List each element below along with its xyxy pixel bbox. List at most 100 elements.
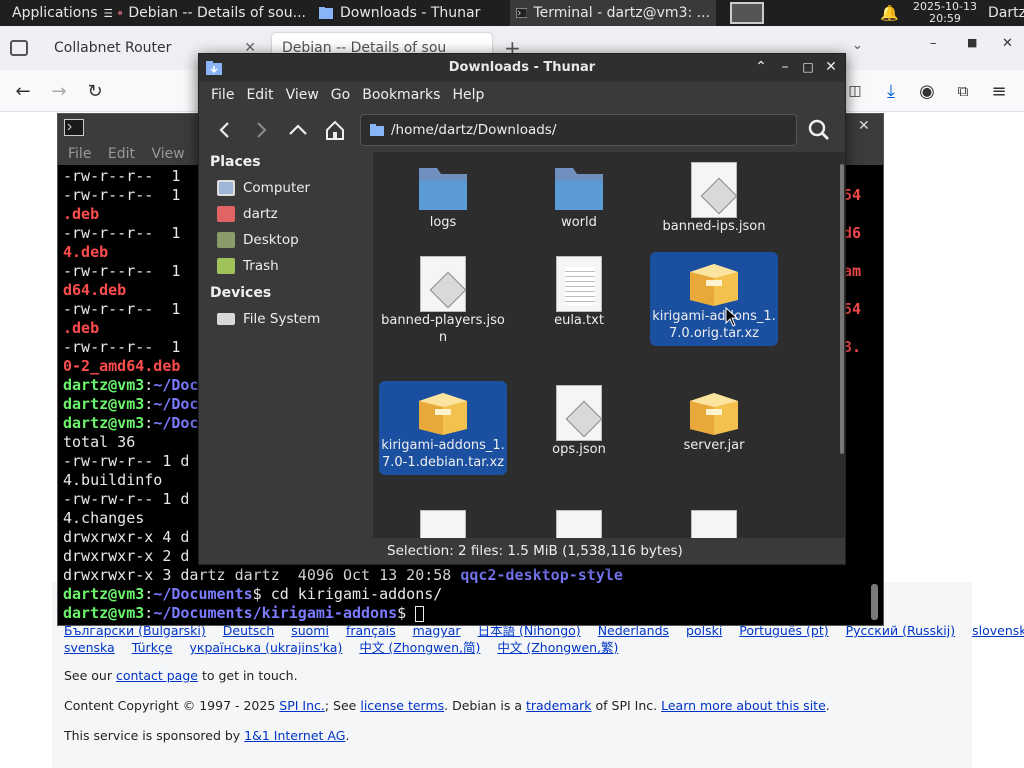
list-all-tabs-icon[interactable]: ⌄ (852, 38, 863, 53)
file-view-scrollbar[interactable] (840, 164, 844, 454)
taskbar-item-firefox[interactable]: Debian -- Details of sou... (112, 0, 312, 26)
language-link[interactable]: svenska (64, 640, 115, 655)
sidebar-item-label: dartz (243, 206, 278, 222)
sidebar-item-label: Desktop (243, 232, 299, 248)
minimize-icon[interactable]: – (930, 36, 937, 51)
file-item-partial[interactable] (691, 510, 737, 538)
sponsor-link[interactable]: 1&1 Internet AG (244, 728, 345, 743)
terminal-menu-view[interactable]: View (145, 141, 190, 167)
home-icon (217, 206, 235, 222)
folder-icon (319, 7, 333, 19)
terminal-menu-file[interactable]: File (58, 141, 97, 167)
taskbar-item-thunar[interactable]: Downloads - Thunar (312, 0, 510, 26)
app-menu-icon[interactable]: ≡ (986, 78, 1012, 104)
spi-link[interactable]: SPI Inc. (279, 698, 325, 713)
file-item[interactable]: eula.txt (515, 252, 643, 333)
file-item[interactable]: logs (379, 158, 507, 235)
user-menu[interactable]: Dartz (988, 5, 1024, 21)
file-item-partial[interactable] (556, 510, 602, 538)
menu-go[interactable]: Go (325, 82, 356, 108)
contact-page-link[interactable]: contact page (116, 668, 198, 683)
file-item[interactable]: banned-players.json (379, 252, 507, 350)
file-item[interactable]: banned-ips.json (650, 158, 778, 239)
location-bar[interactable]: /home/dartz/Downloads/ (360, 114, 797, 146)
menu-edit[interactable]: Edit (240, 82, 279, 108)
terminal-text: -rw-r--r-- 1 (63, 338, 181, 356)
sidebar-item-dartz[interactable]: dartz (217, 206, 278, 222)
file-item-partial[interactable] (420, 510, 466, 538)
terminal-text: 0-2_amd64.deb (63, 357, 181, 375)
forward-icon[interactable] (251, 120, 271, 140)
language-link[interactable]: 中文 (Zhongwen,繁) (497, 640, 618, 655)
terminal-text: : (144, 414, 154, 432)
close-icon[interactable]: ✕ (858, 118, 870, 134)
chevron-up-icon[interactable]: ⌃ (752, 58, 770, 76)
menu-file[interactable]: File (205, 82, 240, 108)
sidebar-item-computer[interactable]: Computer (217, 180, 310, 196)
file-item[interactable]: kirigami-addons_1.7.0-1.debian.tar.xz (379, 381, 507, 475)
archive-icon (419, 393, 467, 435)
terminal-text: : (144, 604, 154, 622)
file-name: banned-players.json (381, 313, 505, 345)
back-icon[interactable]: ← (10, 78, 36, 104)
trademark-link[interactable]: trademark (526, 698, 592, 713)
language-link[interactable]: Türkçe (132, 640, 173, 655)
thunar-file-view[interactable]: logs world banned-ips.json banned-players.j… (373, 152, 845, 538)
terminal-text: -rw-rw-r-- 1 d (63, 452, 190, 470)
terminal-text: ~/Documents (153, 585, 253, 603)
maximize-icon[interactable]: □ (799, 58, 817, 76)
terminal-text: 4.deb (63, 243, 109, 261)
terminal-line: drwxrwxr-x 3 dartz dartz 4096 Oct 13 20:… (63, 566, 873, 585)
parent-folder-icon[interactable] (287, 120, 309, 140)
applications-menu-button[interactable]: Applications ☰ (0, 0, 112, 26)
back-icon[interactable] (215, 120, 235, 140)
menu-help[interactable]: Help (446, 82, 490, 108)
archive-icon (690, 264, 738, 306)
forward-icon[interactable]: → (46, 78, 72, 104)
tab-overview-icon[interactable] (10, 40, 28, 56)
maximize-icon[interactable]: ■ (967, 36, 977, 49)
language-link[interactable]: 中文 (Zhongwen,简) (359, 640, 480, 655)
menu-view[interactable]: View (280, 82, 325, 108)
applications-label: Applications (12, 5, 98, 21)
file-name: world (561, 215, 597, 230)
language-link[interactable]: українська (ukrajins'ka) (190, 640, 343, 655)
close-window-icon[interactable]: ✕ (1002, 36, 1013, 51)
thunar-titlebar[interactable]: Downloads - Thunar ⌃ – □ ✕ (199, 54, 845, 82)
sidebar-item-desktop[interactable]: Desktop (217, 232, 299, 248)
thunar-sidebar: Places Computer dartz Desktop Trash Devi… (199, 152, 372, 538)
notification-bell-icon[interactable]: 🔔 (880, 4, 899, 22)
terminal-text: dartz@vm3 (63, 585, 145, 603)
file-item[interactable]: kirigami-addons_1.7.0.orig.tar.xz (650, 252, 778, 346)
menu-bookmarks[interactable]: Bookmarks (356, 82, 446, 108)
terminal-text: ~/Documents/kirigami-addons (153, 604, 398, 622)
downloads-icon[interactable]: ⤓ (878, 78, 904, 104)
extensions-icon[interactable]: ⧉ (950, 78, 976, 104)
taskbar-item-terminal[interactable]: Terminal - dartz@vm3: ... (510, 0, 716, 26)
text-file-icon (556, 256, 602, 312)
workspace-switcher[interactable] (730, 2, 764, 24)
search-icon[interactable] (807, 118, 831, 142)
terminal-menu-edit[interactable]: Edit (102, 141, 141, 167)
minimize-icon[interactable]: – (776, 58, 794, 76)
home-icon[interactable] (324, 119, 346, 141)
account-icon[interactable]: ◉ (914, 78, 940, 104)
file-item[interactable]: world (515, 158, 643, 235)
terminal-scrollbar[interactable] (871, 584, 878, 620)
sidebar-item-file-system[interactable]: File System (217, 311, 320, 327)
close-icon[interactable]: ✕ (822, 58, 840, 76)
terminal-icon (516, 7, 528, 19)
reload-icon[interactable]: ↻ (82, 78, 108, 104)
thunar-window[interactable]: Downloads - Thunar ⌃ – □ ✕ File Edit View G… (198, 53, 846, 565)
language-link[interactable]: slovensky (972, 623, 1024, 638)
learn-more-link[interactable]: Learn more about this site (661, 698, 826, 713)
file-item[interactable]: ops.json (515, 381, 643, 462)
file-item[interactable]: server.jar (650, 381, 778, 458)
clock[interactable]: 2025-10-13 20:59 (905, 1, 985, 25)
copyright-line: Content Copyright © 1997 - 2025 SPI Inc.… (64, 698, 830, 713)
license-terms-link[interactable]: license terms (360, 698, 444, 713)
terminal-text: -rw-r--r-- 1 (63, 224, 181, 242)
sidebar-item-trash[interactable]: Trash (217, 258, 279, 274)
terminal-text: -rw-r--r-- 1 (63, 167, 181, 185)
clock-time: 20:59 (929, 12, 961, 25)
